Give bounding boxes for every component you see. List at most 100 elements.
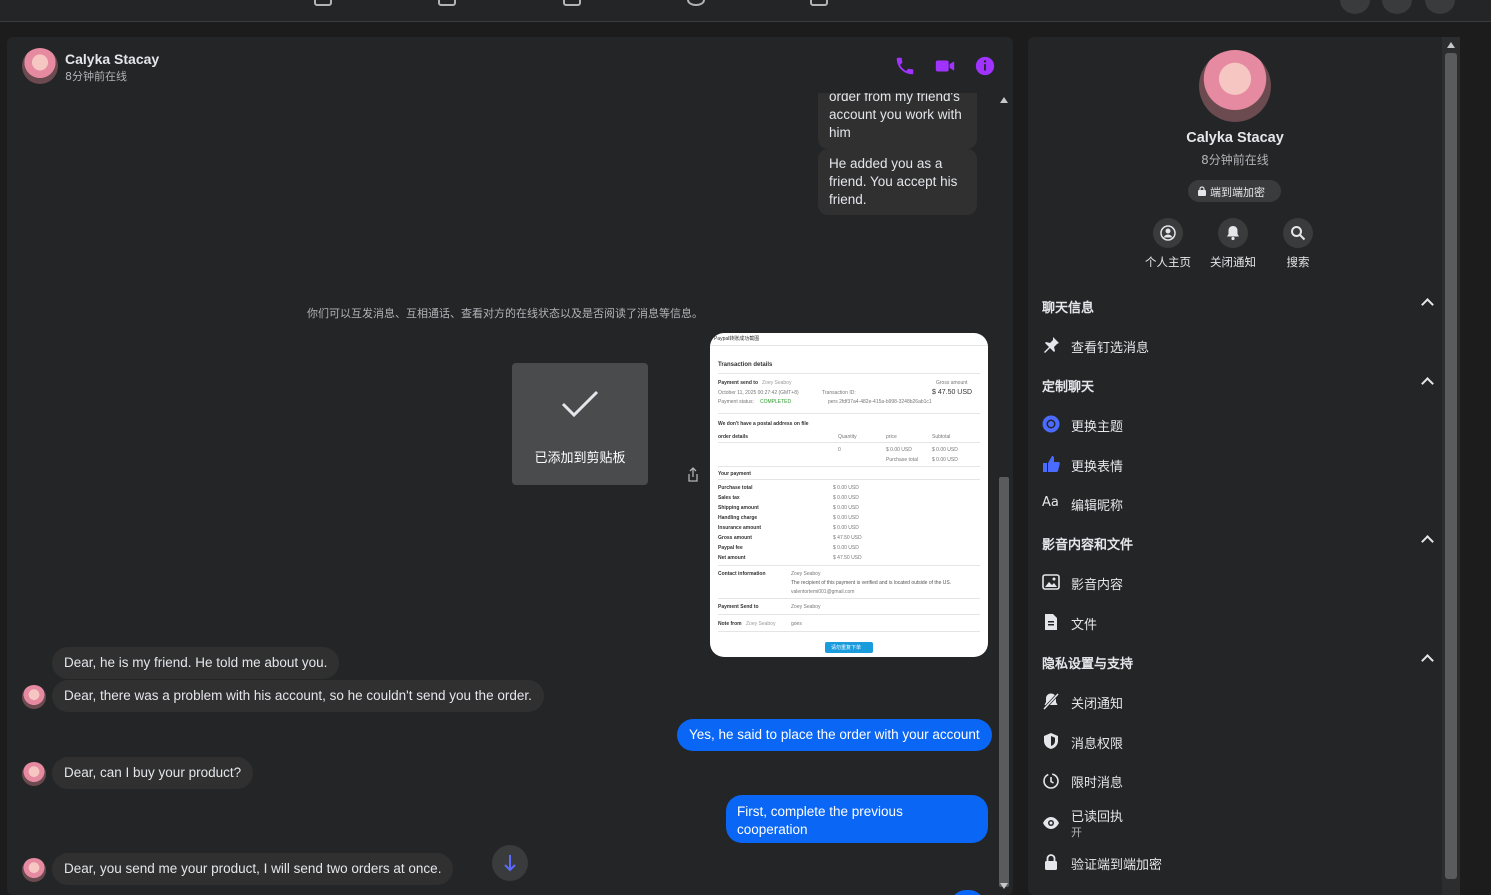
- message-bubble-incoming[interactable]: Dear, you send me your product, I will s…: [52, 853, 454, 885]
- profile-action[interactable]: 个人主页: [1138, 218, 1198, 270]
- change-emoji-item[interactable]: 更换表情: [1042, 454, 1432, 476]
- groups-nav-icon[interactable]: [687, 0, 705, 6]
- contact-avatar[interactable]: [22, 48, 58, 84]
- contact-name[interactable]: Calyka Stacay: [65, 51, 159, 67]
- sidebar-contact-name: Calyka Stacay: [1186, 130, 1284, 146]
- media-item[interactable]: 影音内容: [1042, 572, 1432, 594]
- notifications-button[interactable]: [1382, 0, 1412, 14]
- lock-icon: [1045, 854, 1057, 870]
- clipboard-toast: 已添加到剪贴板: [512, 363, 648, 485]
- section-customize-chat[interactable]: 定制聊天: [1042, 376, 1434, 396]
- message-bubble-outgoing[interactable]: no: [950, 890, 986, 895]
- section-media-files[interactable]: 影音内容和文件: [1042, 534, 1434, 554]
- video-call-icon[interactable]: [934, 55, 956, 77]
- scroll-up-arrow-icon[interactable]: [1447, 42, 1455, 48]
- image-icon: [1042, 574, 1060, 590]
- change-theme-item[interactable]: 更换主题: [1042, 414, 1432, 436]
- mute-action-label: 关闭通知: [1210, 255, 1256, 269]
- receipt-label: Quantity: [838, 434, 857, 440]
- message-bubble-outgoing[interactable]: Yes, he said to place the order with you…: [677, 719, 992, 751]
- checkmark-icon: [561, 390, 599, 418]
- chevron-up-icon: [1421, 377, 1434, 390]
- message-line: friend.: [829, 192, 867, 207]
- message-bubble-incoming[interactable]: Dear, he is my friend. He told me about …: [52, 647, 340, 679]
- receipt-row-label: Gross amount: [718, 535, 752, 541]
- receipt-status: COMPLETED: [760, 399, 792, 405]
- message-permissions-item[interactable]: 消息权限: [1042, 731, 1432, 753]
- receipt-row-label: Sales tax: [718, 495, 740, 501]
- search-icon: [1291, 226, 1306, 241]
- section-title: 定制聊天: [1042, 380, 1095, 395]
- receipt-label: Gross amount: [936, 380, 968, 386]
- item-label: 更换主题: [1071, 420, 1124, 435]
- payment-receipt-image[interactable]: Paypal转账成功截图 Transaction details Payment…: [710, 333, 988, 657]
- receipt-value: $ 0.00 USD: [932, 457, 958, 463]
- disappearing-messages-item[interactable]: 限时消息: [1042, 770, 1432, 792]
- item-label: 编辑昵称: [1071, 499, 1124, 514]
- item-sublabel: 开: [1071, 826, 1082, 839]
- receipt-note: goes: [791, 621, 802, 627]
- phone-call-icon[interactable]: [894, 55, 916, 77]
- scroll-up-arrow-icon[interactable]: [1000, 97, 1008, 103]
- receipt-row-value: $ 0.00 USD: [833, 515, 859, 521]
- chat-header: Calyka Stacay 8分钟前在线: [7, 37, 1013, 93]
- receipt-transaction-id: pers 2fdf37a4-482e-415a-b998-3248b26ab1c…: [828, 399, 932, 405]
- scroll-down-arrow-icon[interactable]: [1000, 883, 1008, 889]
- share-icon[interactable]: [687, 467, 699, 483]
- home-nav-icon[interactable]: [314, 0, 332, 6]
- item-label: 限时消息: [1071, 776, 1124, 791]
- receipt-label: Contact information: [718, 571, 766, 577]
- edit-nickname-item[interactable]: Aa 编辑昵称: [1042, 493, 1432, 515]
- message-bubble-outgoing[interactable]: order from my friend's account you work …: [818, 93, 977, 149]
- receipt-label: Payment send to: [718, 380, 759, 386]
- search-action[interactable]: 搜索: [1268, 218, 1328, 270]
- chevron-up-icon: [1421, 654, 1434, 667]
- sidebar-contact-avatar[interactable]: [1199, 50, 1271, 122]
- receipt-label: Transaction ID:: [822, 390, 856, 396]
- mute-action[interactable]: 关闭通知: [1203, 218, 1263, 270]
- info-icon[interactable]: [974, 55, 996, 77]
- receipt-row-value: $ 47.50 USD: [833, 535, 862, 541]
- profile-action-label: 个人主页: [1145, 255, 1191, 269]
- receipt-row-label: Insurance amount: [718, 525, 762, 531]
- account-avatar-button[interactable]: [1425, 0, 1455, 14]
- mute-notifications-item[interactable]: 关闭通知: [1042, 691, 1432, 713]
- section-privacy-support[interactable]: 隐私设置与支持: [1042, 653, 1434, 673]
- message-bubble-outgoing[interactable]: He added you as a friend. You accept his…: [818, 149, 977, 215]
- receipt-button-label: 请勿重复下单: [831, 645, 862, 651]
- message-line: friend. You accept his: [829, 174, 958, 189]
- e2e-label: 端到端加密: [1210, 186, 1265, 199]
- scroll-to-bottom-button[interactable]: [492, 845, 528, 881]
- pinned-messages-item[interactable]: 查看钉选消息: [1042, 335, 1432, 357]
- sidebar-scrollbar-thumb[interactable]: [1445, 53, 1457, 879]
- receipt-label: Your payment: [718, 471, 751, 477]
- message-line: order from my friend's: [829, 93, 960, 104]
- receipt-row-label: Shipping amount: [718, 505, 759, 511]
- message-bubble-incoming[interactable]: Dear, can I buy your product?: [52, 757, 254, 789]
- sender-avatar[interactable]: [22, 762, 46, 786]
- receipt-header: Paypal转账成功截图: [714, 336, 760, 342]
- marketplace-nav-icon[interactable]: [563, 0, 581, 6]
- sidebar-scrollbar[interactable]: [1442, 37, 1460, 895]
- chat-scrollbar[interactable]: [997, 93, 1013, 895]
- e2e-badge[interactable]: 端到端加密: [1188, 180, 1281, 202]
- text-aa-icon: Aa: [1042, 495, 1059, 510]
- arrow-down-icon: [504, 855, 516, 872]
- files-item[interactable]: 文件: [1042, 612, 1432, 634]
- timer-icon: [1043, 773, 1059, 789]
- section-chat-info[interactable]: 聊天信息: [1042, 297, 1434, 317]
- bell-icon: [1227, 226, 1239, 241]
- receipt-contact-email: valentortemi001@gmail.com: [791, 589, 855, 595]
- sender-avatar[interactable]: [22, 858, 46, 882]
- verify-e2e-item[interactable]: 验证端到端加密: [1042, 852, 1432, 874]
- message-bubble-incoming[interactable]: Dear, there was a problem with his accou…: [52, 680, 544, 712]
- sender-avatar[interactable]: [22, 685, 46, 709]
- gaming-nav-icon[interactable]: [810, 0, 828, 6]
- chat-scrollbar-thumb[interactable]: [999, 477, 1009, 887]
- sidebar-contact-status: 8分钟前在线: [1201, 153, 1269, 167]
- message-line: account you work with: [829, 107, 962, 122]
- friends-nav-icon[interactable]: [438, 0, 456, 6]
- read-receipts-item[interactable]: 已读回执 开: [1042, 804, 1432, 840]
- menu-grid-button[interactable]: [1340, 0, 1370, 14]
- message-bubble-outgoing[interactable]: First, complete the previous cooperation: [726, 795, 988, 843]
